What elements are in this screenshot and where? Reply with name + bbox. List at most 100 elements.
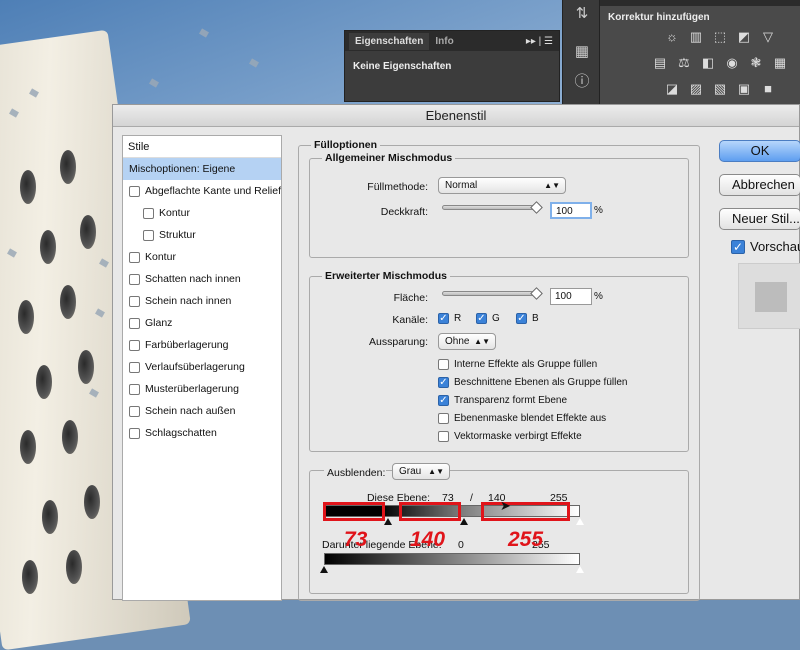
style-checkbox[interactable] bbox=[129, 405, 140, 417]
layer-style-dialog: Ebenenstil Stile Mischoptionen: Eigene Ab… bbox=[112, 104, 800, 601]
opacity-input[interactable]: 100 bbox=[550, 202, 592, 219]
cancel-button[interactable]: Abbrechen bbox=[719, 174, 800, 196]
advanced-blend-legend: Erweiterter Mischmodus bbox=[322, 270, 450, 282]
style-item[interactable]: Struktur bbox=[123, 224, 281, 246]
exposure-icon[interactable]: ◩ bbox=[735, 30, 753, 44]
styles-header[interactable]: Stile bbox=[123, 136, 281, 158]
selective-color-icon[interactable]: ■ bbox=[759, 82, 777, 96]
style-checkbox[interactable] bbox=[129, 185, 140, 197]
style-item[interactable]: Kontur bbox=[123, 202, 281, 224]
threshold-icon[interactable]: ▧ bbox=[711, 82, 729, 96]
info-icon[interactable]: ⓘ bbox=[572, 72, 592, 92]
adjustments-title: Korrektur hinzufügen bbox=[608, 12, 710, 23]
black-white-icon[interactable]: ◧ bbox=[699, 56, 717, 70]
tab-info[interactable]: Info bbox=[429, 33, 459, 50]
properties-icon[interactable]: ▦ bbox=[572, 42, 592, 62]
knockout-label: Aussparung: bbox=[369, 336, 428, 348]
style-item[interactable]: Kontur bbox=[123, 246, 281, 268]
style-checkbox[interactable] bbox=[143, 207, 154, 219]
advanced-option-checkbox[interactable]: Vektormaske verbirgt Effekte bbox=[438, 431, 582, 442]
opacity-percent: % bbox=[594, 205, 603, 216]
channel-mixer-icon[interactable]: ❃ bbox=[747, 56, 765, 70]
advanced-option-checkbox[interactable]: Interne Effekte als Gruppe füllen bbox=[438, 359, 597, 370]
style-item-label: Kontur bbox=[159, 207, 190, 219]
this-layer-white-slider[interactable] bbox=[576, 518, 584, 525]
style-item[interactable]: Verlaufsüberlagerung bbox=[123, 356, 281, 378]
style-checkbox[interactable] bbox=[129, 427, 140, 439]
style-item[interactable]: Musterüberlagerung bbox=[123, 378, 281, 400]
ok-button[interactable]: OK bbox=[719, 140, 800, 162]
levels-icon[interactable]: ▥ bbox=[687, 30, 705, 44]
style-checkbox[interactable] bbox=[129, 251, 140, 263]
underlying-white-slider[interactable] bbox=[576, 566, 584, 573]
fill-opacity-slider-knob[interactable] bbox=[530, 287, 543, 300]
blend-mode-select[interactable]: Normal ▲▼ bbox=[438, 177, 566, 194]
underlying-black-slider[interactable] bbox=[320, 566, 328, 573]
chevron-updown-icon: ▲▼ bbox=[474, 337, 490, 346]
checkbox-box bbox=[438, 359, 449, 370]
style-item[interactable]: Schein nach außen bbox=[123, 400, 281, 422]
style-item[interactable]: Schatten nach innen bbox=[123, 268, 281, 290]
style-checkbox[interactable] bbox=[143, 229, 154, 241]
annotation-box-73 bbox=[323, 502, 385, 521]
preview-checkbox[interactable]: ✓ Vorschau bbox=[731, 239, 800, 254]
color-balance-icon[interactable]: ⚖ bbox=[675, 56, 693, 70]
annotation-box-140 bbox=[399, 502, 461, 521]
opacity-slider-knob[interactable] bbox=[530, 201, 543, 214]
opacity-slider[interactable] bbox=[442, 205, 540, 210]
shard bbox=[149, 78, 159, 88]
style-item[interactable]: Glanz bbox=[123, 312, 281, 334]
style-item[interactable]: Farbüberlagerung bbox=[123, 334, 281, 356]
style-checkbox[interactable] bbox=[129, 273, 140, 285]
advanced-blend-group: Erweiterter Mischmodus Fläche: 100 % Kan… bbox=[309, 270, 689, 452]
invert-icon[interactable]: ◪ bbox=[663, 82, 681, 96]
general-blend-group: Allgemeiner Mischmodus Füllmethode: Norm… bbox=[309, 152, 689, 258]
blend-if-select[interactable]: Grau ▲▼ bbox=[392, 463, 450, 480]
style-item[interactable]: Abgeflachte Kante und Relief bbox=[123, 180, 281, 202]
fill-opacity-percent: % bbox=[594, 291, 603, 302]
color-lookup-icon[interactable]: ▦ bbox=[771, 56, 789, 70]
panel-icon-column: ⇅ ▦ ⓘ bbox=[562, 0, 600, 104]
channel-g-checkbox[interactable]: ✓ G bbox=[476, 313, 500, 324]
panel-menu-icon[interactable]: ▸▸ | ☰ bbox=[526, 36, 559, 47]
style-item[interactable]: Mischoptionen: Eigene bbox=[123, 158, 281, 180]
photo-filter-icon[interactable]: ◉ bbox=[723, 56, 741, 70]
style-checkbox[interactable] bbox=[129, 317, 140, 329]
brightness-icon[interactable]: ☼ bbox=[663, 30, 681, 44]
advanced-option-checkbox[interactable]: Ebenenmaske blendet Effekte aus bbox=[438, 413, 606, 424]
grater-hole bbox=[60, 150, 76, 184]
style-item-label: Mischoptionen: Eigene bbox=[129, 163, 236, 175]
curves-icon[interactable]: ⬚ bbox=[711, 30, 729, 44]
this-layer-black-slider-right[interactable] bbox=[460, 518, 468, 525]
tab-eigenschaften[interactable]: Eigenschaften bbox=[349, 32, 430, 50]
new-style-button[interactable]: Neuer Stil... bbox=[719, 208, 800, 230]
style-checkbox[interactable] bbox=[129, 383, 140, 395]
annotation-140: 140 bbox=[410, 528, 446, 551]
style-checkbox[interactable] bbox=[129, 361, 140, 373]
this-layer-black-slider-left[interactable] bbox=[384, 518, 392, 525]
vibrance-icon[interactable]: ▽ bbox=[759, 30, 777, 44]
style-checkbox[interactable] bbox=[129, 339, 140, 351]
channel-b-checkbox[interactable]: ✓ B bbox=[516, 313, 539, 324]
style-checkbox[interactable] bbox=[129, 295, 140, 307]
advanced-option-checkbox[interactable]: ✓ Beschnittene Ebenen als Gruppe füllen bbox=[438, 377, 627, 388]
grater-hole bbox=[42, 500, 58, 534]
grater-hole bbox=[78, 350, 94, 384]
gradient-map-icon[interactable]: ▣ bbox=[735, 82, 753, 96]
advanced-option-checkbox[interactable]: ✓ Transparenz formt Ebene bbox=[438, 395, 567, 406]
hue-saturation-icon[interactable]: ▤ bbox=[651, 56, 669, 70]
channel-r-checkbox[interactable]: ✓ R bbox=[438, 313, 461, 324]
shard bbox=[249, 58, 259, 68]
history-icon[interactable]: ⇅ bbox=[572, 4, 592, 24]
fill-opacity-input[interactable]: 100 bbox=[550, 288, 592, 305]
fill-opacity-slider[interactable] bbox=[442, 291, 540, 296]
style-item[interactable]: Schlagschatten bbox=[123, 422, 281, 444]
preview-swatch bbox=[755, 282, 787, 312]
style-item[interactable]: Schein nach innen bbox=[123, 290, 281, 312]
no-properties-text: Keine Eigenschaften bbox=[353, 61, 452, 72]
underlying-gradient[interactable] bbox=[324, 553, 580, 565]
posterize-icon[interactable]: ▨ bbox=[687, 82, 705, 96]
grater-hole bbox=[22, 560, 38, 594]
adjustments-panel: Korrektur hinzufügen ☼ ▥ ⬚ ◩ ▽ ▤ ⚖ ◧ ◉ ❃… bbox=[600, 0, 800, 104]
knockout-select[interactable]: Ohne ▲▼ bbox=[438, 333, 496, 350]
